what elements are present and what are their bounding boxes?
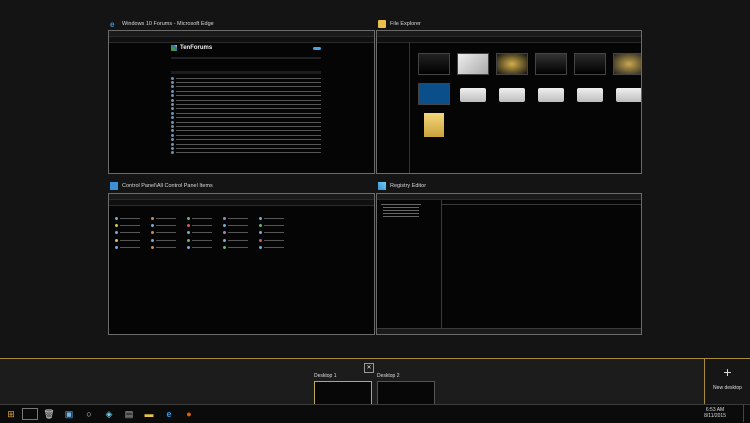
explorer-title-text: File Explorer <box>390 21 421 27</box>
explorer-file-grid <box>415 53 641 139</box>
drive-tile[interactable] <box>454 83 491 107</box>
clock[interactable]: 6:53 AM 8/11/2015 <box>704 407 726 419</box>
control-item[interactable] <box>151 231 185 235</box>
explorer-addressbar <box>377 37 641 43</box>
control-item[interactable] <box>151 223 185 228</box>
control-item[interactable] <box>151 216 185 220</box>
registry-tree-pane[interactable] <box>377 200 442 328</box>
edge-title[interactable]: e Windows 10 Forums - Microsoft Edge <box>110 18 214 30</box>
drive-tile[interactable] <box>610 83 641 107</box>
control-item[interactable] <box>259 216 293 220</box>
folder-tile[interactable] <box>415 113 452 139</box>
control-addressbar <box>109 200 374 206</box>
forum-header: TenForums <box>171 45 321 51</box>
start-icon[interactable]: ⊞ <box>2 406 20 422</box>
control-item[interactable] <box>151 246 185 250</box>
registry-title-text: Registry Editor <box>390 183 427 189</box>
control-item[interactable] <box>259 246 293 250</box>
control-item[interactable] <box>187 246 221 250</box>
file-tile[interactable] <box>415 83 452 107</box>
edge-title-text: Windows 10 Forums - Microsoft Edge <box>122 21 214 27</box>
firefox-task-icon[interactable]: ● <box>180 406 198 422</box>
drive-tile[interactable] <box>571 83 608 107</box>
task-view-icon[interactable] <box>22 408 38 420</box>
clock-date: 8/11/2015 <box>704 413 726 419</box>
edge-task-icon[interactable]: e <box>160 406 178 422</box>
forum-thread-list <box>171 76 321 155</box>
control-item[interactable] <box>115 246 149 250</box>
desktop-2-thumb[interactable]: Desktop 2 <box>377 373 435 413</box>
notepad-task-icon[interactable]: ▤ <box>120 406 138 422</box>
control-item[interactable] <box>115 238 149 242</box>
control-item[interactable] <box>187 231 221 235</box>
show-desktop-button[interactable] <box>743 405 748 422</box>
explorer-window[interactable] <box>376 30 642 174</box>
registry-statusbar <box>377 328 641 334</box>
plus-icon: + <box>723 364 732 380</box>
control-item[interactable] <box>223 246 257 250</box>
desktop-1-label: Desktop 1 <box>314 373 337 379</box>
virtual-desktop-bar: Desktop 1 ✕ Desktop 2 <box>0 358 750 413</box>
forum-section-header <box>171 71 321 74</box>
edge-window[interactable]: TenForums <box>108 30 375 174</box>
control-item[interactable] <box>115 223 149 228</box>
new-desktop-label: New desktop <box>713 385 742 391</box>
registry-columns-header <box>442 200 641 205</box>
file-tile[interactable] <box>571 53 608 77</box>
file-tile[interactable] <box>532 53 569 77</box>
control-item[interactable] <box>187 238 221 242</box>
drive-tile[interactable] <box>493 83 530 107</box>
control-panel-icon <box>110 182 118 190</box>
new-desktop-button[interactable]: + New desktop <box>704 358 750 406</box>
taskbar: ⊞ 🗑 ▣ ○ ◈ ▤ ▬ e ● 6:53 AM 8/11/2015 <box>0 404 750 423</box>
control-window[interactable] <box>108 193 375 335</box>
file-tile[interactable] <box>415 53 452 77</box>
registry-icon <box>378 182 386 190</box>
control-item[interactable] <box>259 223 293 228</box>
desktop-2-label: Desktop 2 <box>377 373 400 379</box>
edge-addressbar <box>109 37 374 43</box>
control-item[interactable] <box>115 216 149 220</box>
control-item[interactable] <box>115 231 149 235</box>
file-tile[interactable] <box>454 53 491 77</box>
forum-site-name: TenForums <box>180 45 213 51</box>
explorer-title[interactable]: File Explorer <box>378 18 421 30</box>
file-tile[interactable] <box>610 53 641 77</box>
control-item[interactable] <box>259 238 293 242</box>
control-items-grid <box>115 216 293 250</box>
regedit-task-icon[interactable]: ◈ <box>100 406 118 422</box>
control-item[interactable] <box>151 238 185 242</box>
forum-login-button[interactable] <box>313 46 321 50</box>
forum-nav <box>171 57 321 59</box>
control-panel-task-icon[interactable]: ▣ <box>60 406 78 422</box>
control-item[interactable] <box>223 223 257 228</box>
desktop-1-thumb[interactable]: Desktop 1 <box>314 373 372 413</box>
close-desktop-icon[interactable]: ✕ <box>364 363 374 373</box>
control-item[interactable] <box>187 223 221 228</box>
control-item[interactable] <box>187 216 221 220</box>
control-item[interactable] <box>223 238 257 242</box>
control-title[interactable]: Control Panel\All Control Panel Items <box>110 180 213 192</box>
registry-title[interactable]: Registry Editor <box>378 180 426 192</box>
control-item[interactable] <box>259 231 293 235</box>
explorer-nav-pane[interactable] <box>377 42 410 173</box>
control-item[interactable] <box>223 216 257 220</box>
file-tile[interactable] <box>493 53 530 77</box>
forum-logo-icon <box>171 45 177 51</box>
drive-tile[interactable] <box>532 83 569 107</box>
thread-row[interactable] <box>171 151 321 155</box>
cortana-icon[interactable]: ○ <box>80 406 98 422</box>
forum-page: TenForums <box>171 45 321 169</box>
edge-icon: e <box>110 20 115 29</box>
folder-icon <box>378 20 386 28</box>
explorer-task-icon[interactable]: ▬ <box>140 406 158 422</box>
control-title-text: Control Panel\All Control Panel Items <box>122 183 213 189</box>
registry-window[interactable] <box>376 193 642 335</box>
recycle-bin-icon[interactable]: 🗑 <box>40 406 58 422</box>
control-item[interactable] <box>223 231 257 235</box>
